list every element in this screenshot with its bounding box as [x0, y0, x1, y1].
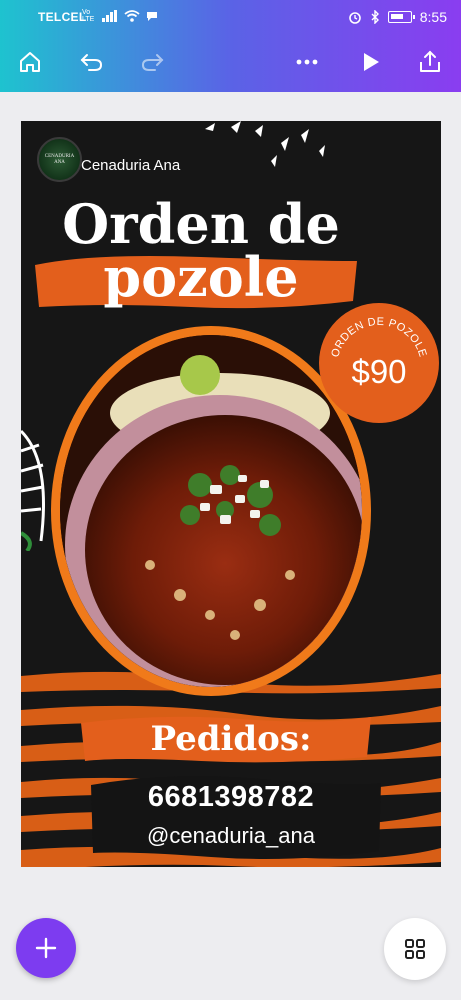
status-icons-left: Vo LTE	[82, 9, 158, 23]
clock: 8:55	[419, 9, 447, 25]
headline: Orden de pozole	[41, 192, 361, 310]
design-canvas[interactable]: CENADURIA ANA Cenaduria Ana Orden de poz…	[21, 121, 441, 867]
more-icon	[296, 59, 318, 65]
home-icon	[20, 52, 40, 72]
phone-number: 6681398782	[147, 781, 315, 813]
share-button[interactable]	[414, 46, 446, 78]
price-badge: ORDEN DE POZOLE $90	[319, 303, 439, 423]
pozole-photo	[60, 335, 362, 687]
bluetooth-icon	[371, 10, 379, 24]
share-icon	[420, 50, 440, 72]
more-button[interactable]	[291, 46, 323, 78]
orders-label: Pedidos:	[150, 719, 312, 759]
alarm-icon	[348, 12, 361, 24]
price-label: $90	[351, 353, 407, 390]
undo-button[interactable]	[76, 46, 108, 78]
volte-icon: Vo LTE	[82, 9, 95, 23]
brand-name: Cenaduria Ana	[81, 157, 181, 174]
leaf-decoration	[21, 429, 45, 551]
carrier-label: TELCEL	[38, 10, 87, 24]
undo-icon	[80, 54, 103, 71]
logo-title: CENADURIA ANA	[44, 154, 75, 165]
social-handle: @cenaduria_ana	[147, 823, 315, 848]
brush-marks	[205, 121, 325, 167]
brand-logo: CENADURIA ANA	[37, 137, 82, 182]
editor-toolbar	[0, 40, 461, 84]
plus-icon	[35, 937, 57, 959]
battery-icon	[387, 11, 415, 23]
redo-icon	[141, 54, 164, 71]
add-button[interactable]	[16, 918, 76, 978]
status-bar: TELCEL Vo LTE 8:55	[0, 0, 461, 34]
home-button[interactable]	[14, 46, 46, 78]
app-bar: TELCEL Vo LTE 8:55	[0, 0, 461, 92]
wifi-icon	[124, 10, 140, 22]
play-button[interactable]	[354, 46, 386, 78]
chat-icon	[147, 12, 157, 21]
pages-grid-button[interactable]	[384, 918, 446, 980]
headline-line1: Orden de	[62, 192, 340, 256]
status-icons-right: 8:55	[348, 9, 447, 25]
grid-icon	[405, 939, 425, 959]
signal-icon	[102, 10, 117, 22]
redo-button[interactable]	[136, 46, 168, 78]
play-icon	[364, 53, 379, 71]
headline-line2: pozole	[103, 245, 299, 310]
